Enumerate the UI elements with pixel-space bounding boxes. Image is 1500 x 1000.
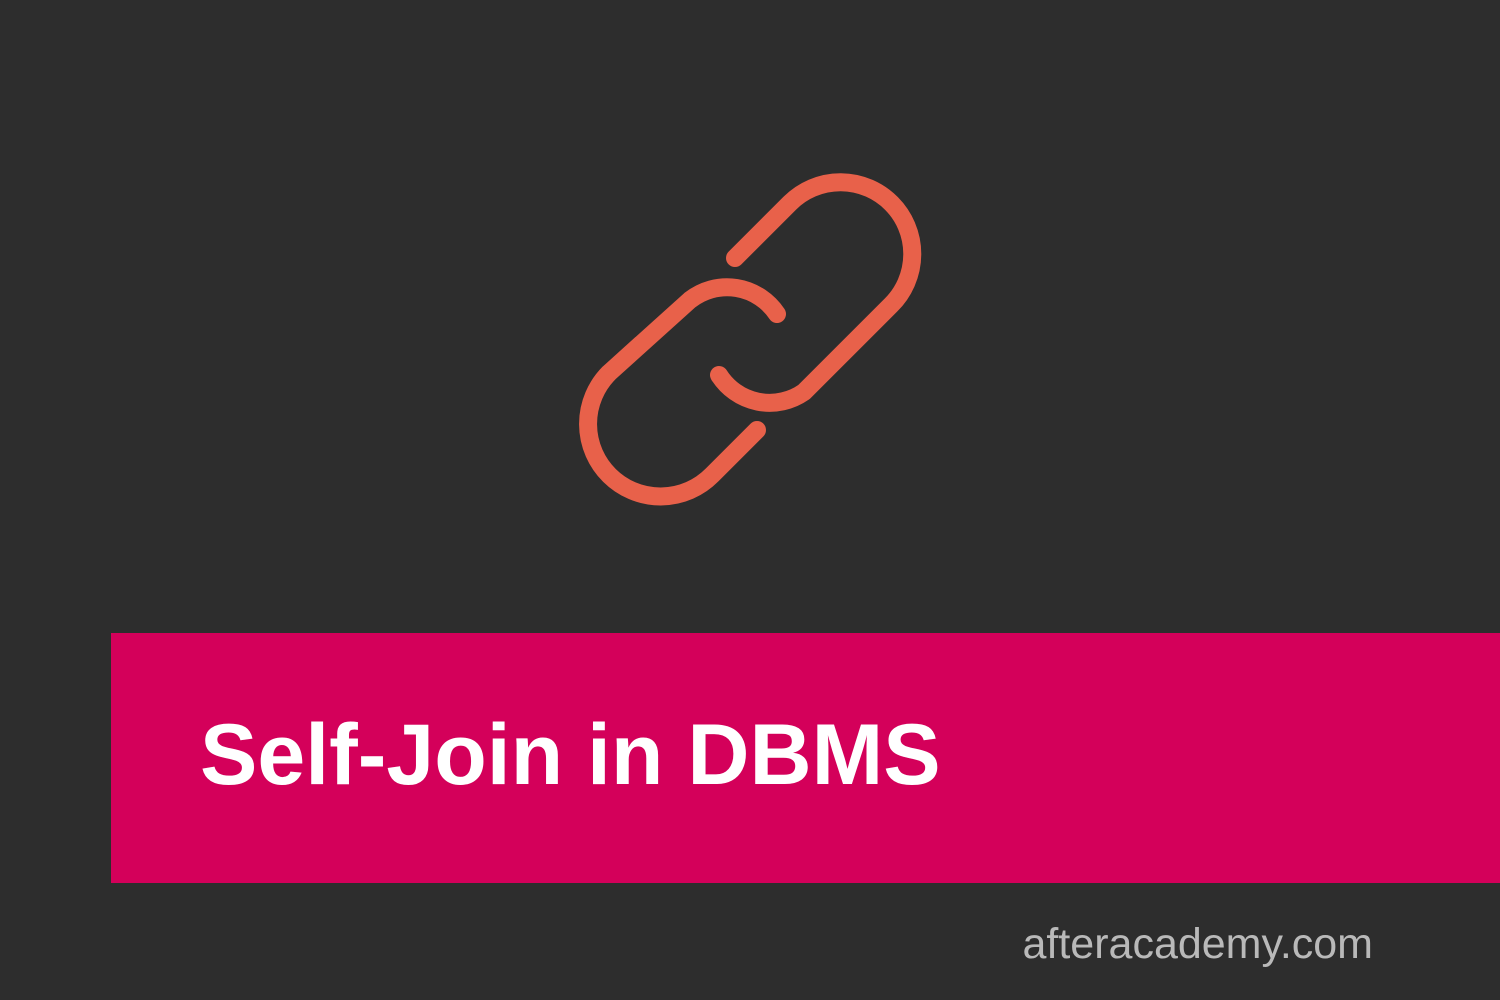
chain-link-icon (579, 173, 922, 506)
cover-image: Self-Join in DBMS afteracademy.com (0, 0, 1500, 1000)
page-title: Self-Join in DBMS (200, 707, 941, 803)
site-credit: afteracademy.com (1022, 920, 1373, 968)
title-banner: Self-Join in DBMS (111, 633, 1500, 883)
